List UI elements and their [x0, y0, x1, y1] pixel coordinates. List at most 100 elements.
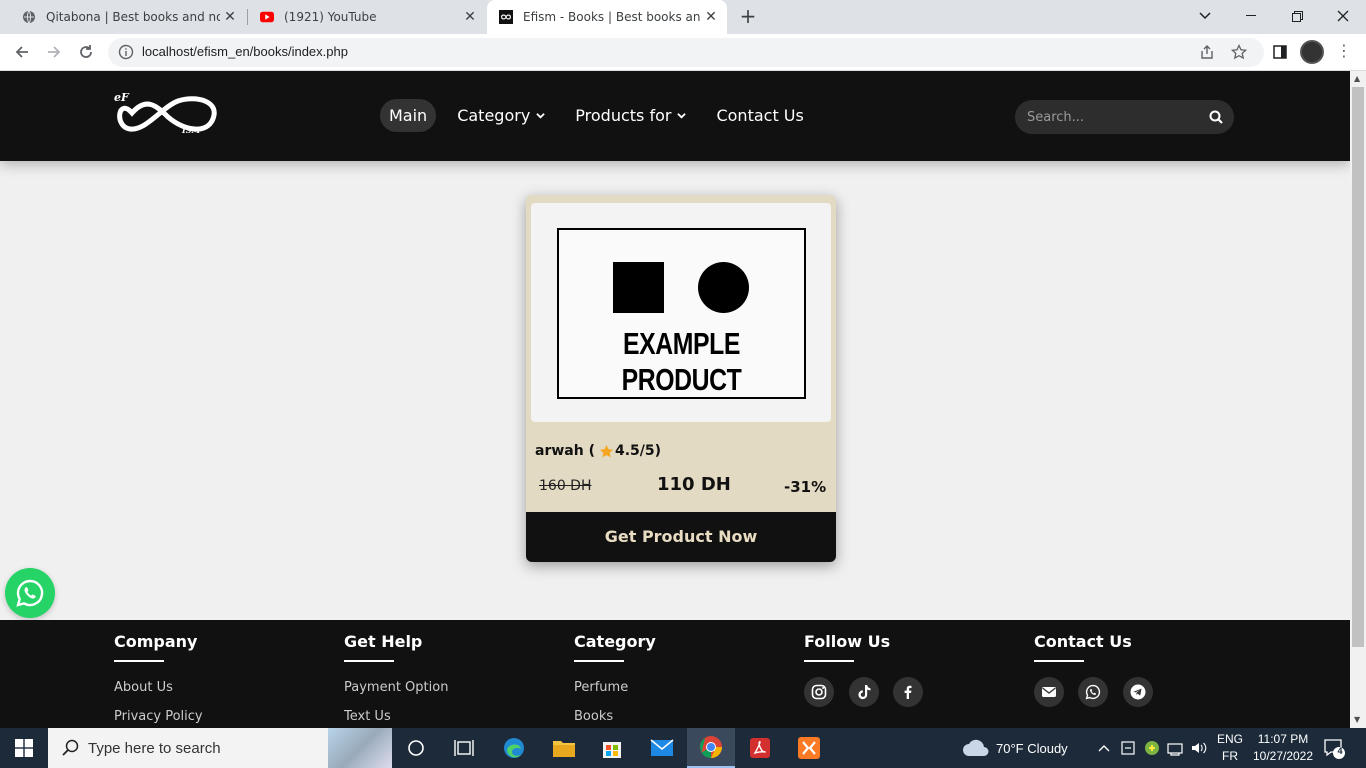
footer-link-text-us[interactable]: Text Us — [344, 709, 391, 724]
xampp-icon[interactable] — [785, 728, 833, 768]
footer-heading: Company — [114, 632, 198, 651]
side-panel-icon[interactable] — [1268, 40, 1292, 64]
nav-main[interactable]: Main — [380, 99, 437, 132]
mail-button[interactable] — [1034, 677, 1064, 707]
profile-avatar[interactable] — [1300, 40, 1324, 64]
tablet-mode-icon[interactable] — [1120, 740, 1136, 756]
footer-column-follow-us: Follow Us — [804, 632, 890, 662]
nav-label: Main — [389, 106, 428, 125]
new-tab-button[interactable]: + — [738, 5, 758, 29]
tab-title: (1921) YouTube — [284, 10, 377, 24]
browser-tab-youtube[interactable]: (1921) YouTube ✕ — [238, 0, 486, 34]
telegram-button[interactable] — [1123, 677, 1153, 707]
star-icon — [599, 444, 614, 457]
product-rating: 4.5/5 — [614, 443, 655, 459]
taskbar-search-box[interactable]: Type here to search — [48, 728, 392, 768]
windows-start-button[interactable] — [0, 728, 48, 768]
nav-category[interactable]: Category — [448, 99, 554, 132]
footer-link-privacy-policy[interactable]: Privacy Policy — [114, 709, 203, 724]
product-title: arwah ( 4.5/5 ) — [535, 443, 661, 459]
efism-logo[interactable]: eF ISM — [112, 87, 220, 139]
volume-icon[interactable] — [1190, 740, 1208, 756]
share-icon[interactable] — [1198, 44, 1216, 62]
close-tab-icon[interactable]: ✕ — [460, 9, 480, 25]
whatsapp-button[interactable] — [1078, 677, 1108, 707]
cortana-icon[interactable] — [392, 728, 440, 768]
back-button[interactable] — [10, 40, 34, 64]
tray-icons — [1120, 728, 1208, 768]
page-scrollbar[interactable]: ▲ ▼ — [1350, 71, 1366, 728]
nav-contact-us[interactable]: Contact Us — [707, 99, 812, 132]
youtube-icon — [260, 10, 274, 24]
telegram-icon — [1130, 684, 1146, 700]
chevron-up-icon — [1098, 745, 1110, 752]
nav-products-for[interactable]: Products for — [566, 99, 695, 132]
heading-underline — [114, 660, 164, 662]
main-nav: Main Category Products for Contact Us — [380, 99, 825, 132]
svg-text:ISM: ISM — [181, 125, 202, 135]
tab-search-icon[interactable] — [1182, 0, 1228, 32]
notification-center-button[interactable]: 4 — [1322, 736, 1346, 760]
browser-tab-qitabona[interactable]: Qitabona | Best books and novels ✕ — [0, 0, 246, 34]
svg-text:eF: eF — [114, 91, 130, 104]
whatsapp-icon — [16, 579, 44, 607]
footer-link-about-us[interactable]: About Us — [114, 680, 173, 695]
network-icon[interactable] — [1166, 740, 1184, 756]
file-explorer-icon[interactable] — [540, 728, 588, 768]
nav-label: Contact Us — [716, 106, 804, 125]
close-window-button[interactable] — [1320, 0, 1366, 32]
footer-heading: Get Help — [344, 632, 423, 651]
bookmark-star-icon[interactable] — [1230, 43, 1248, 62]
update-badge-icon[interactable] — [1144, 740, 1160, 756]
task-view-icon[interactable] — [440, 728, 488, 768]
facebook-button[interactable] — [893, 677, 923, 707]
heading-underline — [574, 660, 624, 662]
discount-badge: -31% — [784, 478, 827, 496]
address-bar[interactable]: localhost/efism_en/books/index.php — [108, 38, 1264, 67]
footer-link-books[interactable]: Books — [574, 709, 613, 724]
close-tab-icon[interactable]: ✕ — [220, 9, 240, 25]
search-input[interactable] — [1027, 107, 1197, 127]
scrollbar-thumb[interactable] — [1352, 87, 1364, 647]
footer-column-company: Company About Us Privacy Policy — [114, 632, 203, 724]
reload-button[interactable] — [74, 40, 98, 64]
language-code: ENG — [1216, 732, 1243, 746]
scroll-down-icon[interactable]: ▼ — [1354, 715, 1362, 724]
footer-link-payment-option[interactable]: Payment Option — [344, 680, 448, 695]
get-product-button[interactable]: Get Product Now — [526, 512, 836, 562]
acrobat-icon[interactable] — [736, 728, 784, 768]
site-info-icon[interactable] — [118, 44, 134, 60]
footer-heading: Contact Us — [1034, 632, 1132, 651]
weather-widget[interactable]: 70°F Cloudy — [962, 728, 1068, 768]
taskbar-search-placeholder: Type here to search — [88, 740, 221, 757]
chrome-taskbar-icon[interactable] — [687, 728, 735, 768]
minimize-button[interactable] — [1228, 0, 1274, 32]
browser-tab-efism[interactable]: Efism - Books | Best books and novels ✕ — [487, 0, 727, 34]
microsoft-store-icon[interactable] — [588, 728, 636, 768]
tiktok-button[interactable] — [849, 677, 879, 707]
forward-button[interactable] — [42, 40, 66, 64]
product-card: EXAMPLE PRODUCT arwah ( 4.5/5 ) 160 DH 1… — [526, 195, 836, 562]
system-clock[interactable]: 11:07 PM 10/27/2022 — [1248, 731, 1318, 765]
whatsapp-float-button[interactable] — [5, 568, 55, 618]
search-icon[interactable] — [1209, 110, 1223, 124]
input-language[interactable]: ENG FR — [1214, 731, 1246, 765]
instagram-button[interactable] — [804, 677, 834, 707]
nav-label: Category — [457, 106, 531, 125]
windows-taskbar: Type here to search 70°F Cloudy ENG FR 1… — [0, 728, 1366, 768]
restore-button[interactable] — [1274, 0, 1320, 32]
close-tab-icon[interactable]: ✕ — [701, 9, 721, 25]
edge-icon[interactable] — [490, 728, 538, 768]
show-hidden-icons[interactable] — [1098, 728, 1110, 768]
footer-column-get-help: Get Help Payment Option Text Us — [344, 632, 448, 724]
product-image[interactable]: EXAMPLE PRODUCT — [531, 203, 831, 422]
mail-app-icon[interactable] — [638, 728, 686, 768]
tab-title: Efism - Books | Best books and novels — [523, 10, 701, 24]
site-footer: Company About Us Privacy Policy Get Help… — [0, 620, 1350, 728]
windows-logo-icon — [15, 739, 33, 757]
footer-column-contact-us: Contact Us — [1034, 632, 1132, 662]
scroll-up-icon[interactable]: ▲ — [1354, 74, 1362, 83]
new-price: 110 DH — [657, 474, 731, 495]
chrome-menu-icon[interactable]: ⋮ — [1336, 42, 1352, 62]
footer-link-perfume[interactable]: Perfume — [574, 680, 628, 695]
